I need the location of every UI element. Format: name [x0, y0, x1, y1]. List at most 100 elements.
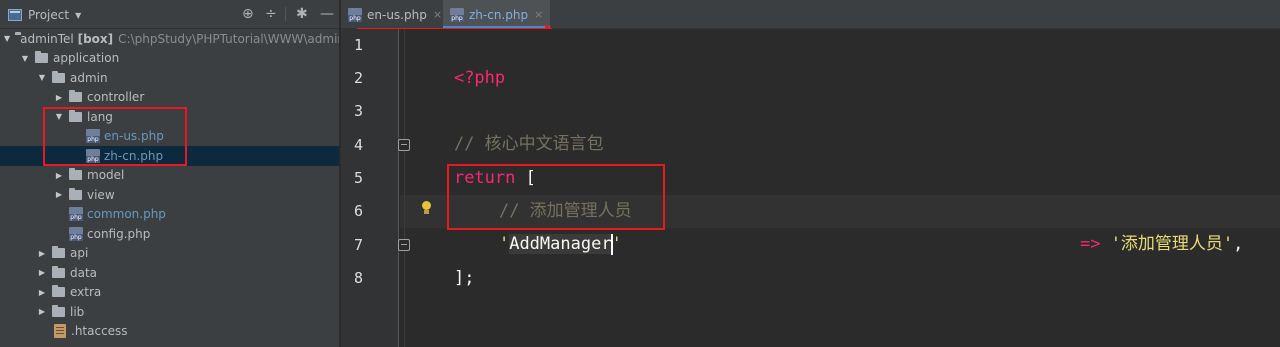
string-quote: '	[611, 234, 622, 254]
folder-icon	[52, 304, 65, 317]
folder-icon	[52, 246, 65, 259]
code-line-3: // 核心中文语言包	[413, 95, 604, 154]
config-file-icon	[54, 324, 66, 339]
folder-icon	[69, 187, 82, 200]
target-icon[interactable]: ⊕	[242, 6, 254, 22]
string-quote: '	[498, 234, 510, 254]
tree-item-view[interactable]: ▶ view	[0, 185, 339, 205]
close-icon[interactable]: ×	[433, 8, 442, 21]
tree-item-label: controller	[87, 90, 145, 105]
line-number-gutter: 1 2 3 4 5 6 7 8	[341, 29, 399, 347]
code-line-6-value: => '添加管理人员',	[1039, 195, 1243, 254]
code-editor[interactable]: 1 2 3 4 5 6 7 8 <?php // 核心中文语言包 return …	[341, 29, 1280, 347]
root-path: C:\phpStudy\PHPTutorial\WWW\admin	[118, 31, 340, 46]
tree-item-model[interactable]: ▶ model	[0, 166, 339, 186]
collapse-icon[interactable]: ÷	[265, 6, 277, 22]
expanded-arrow-icon[interactable]: ▼	[20, 54, 30, 63]
php-file-icon	[86, 148, 100, 163]
fold-marker-icon[interactable]	[398, 239, 410, 251]
tab-en-us[interactable]: en-us.php ×	[341, 0, 449, 29]
close-bracket: ];	[453, 267, 475, 288]
folder-icon	[69, 90, 82, 103]
chevron-down-icon: ▼	[75, 10, 82, 20]
tab-label: zh-cn.php	[469, 7, 529, 22]
tree-item-label: model	[87, 168, 125, 183]
close-icon[interactable]: ×	[534, 8, 543, 21]
tree-item-label: view	[87, 187, 115, 202]
tree-item-data[interactable]: ▶ data	[0, 263, 339, 283]
line-number: 5	[353, 169, 363, 187]
php-file-icon	[86, 129, 100, 144]
project-panel: Project ▼ ⊕ ÷ ✱ — ▼ adminTel [box] C:\ph…	[0, 0, 340, 347]
php-file-icon	[450, 7, 464, 22]
collapsed-arrow-icon[interactable]: ▶	[37, 268, 47, 277]
project-window-icon	[8, 9, 22, 21]
tree-item-label: zh-cn.php	[104, 148, 164, 163]
folder-icon	[52, 285, 65, 298]
collapsed-arrow-icon[interactable]: ▶	[54, 190, 64, 199]
line-number: 1	[353, 36, 363, 54]
tree-item-en-us[interactable]: en-us.php	[0, 127, 339, 147]
toolbar-divider	[285, 7, 286, 21]
php-file-icon	[348, 7, 362, 22]
fold-marker-icon[interactable]	[398, 139, 410, 151]
tree-item-controller[interactable]: ▶ controller	[0, 88, 339, 108]
lightbulb-bulb	[422, 201, 431, 210]
folder-icon	[35, 51, 48, 64]
tab-label: en-us.php	[367, 7, 427, 22]
minimize-icon[interactable]: —	[320, 6, 334, 22]
code-line-6: 'AddManager'	[458, 195, 622, 255]
array-value: '添加管理人员'	[1110, 234, 1234, 254]
tree-item-label: application	[53, 51, 120, 66]
expanded-arrow-icon[interactable]: ▼	[54, 112, 64, 121]
expanded-arrow-icon[interactable]: ▼	[4, 34, 10, 43]
collapsed-arrow-icon[interactable]: ▶	[54, 171, 64, 180]
tree-item-application[interactable]: ▼ application	[0, 49, 339, 69]
lightbulb-base	[424, 210, 429, 214]
array-key: AddManager	[509, 234, 612, 254]
folder-icon	[52, 265, 65, 278]
tab-zh-cn[interactable]: zh-cn.php ×	[443, 0, 551, 29]
tree-item-root[interactable]: ▼ adminTel [box] C:\phpStudy\PHPTutorial…	[0, 29, 340, 49]
tree-item-api[interactable]: ▶ api	[0, 244, 339, 264]
folder-icon	[52, 70, 65, 83]
php-open-tag: <?php	[453, 68, 506, 88]
collapsed-arrow-icon[interactable]: ▶	[37, 288, 47, 297]
tree-item-label: lang	[87, 109, 113, 124]
collapsed-arrow-icon[interactable]: ▶	[37, 249, 47, 258]
collapsed-arrow-icon[interactable]: ▶	[37, 307, 47, 316]
tree-item-config[interactable]: config.php	[0, 224, 339, 244]
line-number: 8	[353, 269, 363, 287]
editor-tab-bar: en-us.php × zh-cn.php ×	[341, 0, 1280, 29]
line-number: 3	[353, 102, 363, 120]
project-toolbar: Project ▼ ⊕ ÷ ✱ —	[0, 0, 339, 29]
tree-item-htaccess[interactable]: .htaccess	[0, 322, 339, 342]
php-file-icon	[69, 207, 83, 222]
tree-item-label: common.php	[87, 207, 166, 222]
tree-item-label: api	[70, 246, 89, 261]
root-name: adminTel	[20, 31, 74, 46]
tree-item-zh-cn[interactable]: zh-cn.php	[0, 146, 339, 166]
expanded-arrow-icon[interactable]: ▼	[37, 73, 47, 82]
code-line-7: ];	[413, 229, 474, 288]
project-title: Project	[28, 8, 70, 22]
tree-item-label: lib	[70, 304, 85, 319]
tree-item-label: admin	[70, 70, 108, 85]
tree-item-label: en-us.php	[104, 129, 164, 144]
tree-item-admin[interactable]: ▼ admin	[0, 68, 339, 88]
collapsed-arrow-icon[interactable]: ▶	[54, 93, 64, 102]
tree-item-common[interactable]: common.php	[0, 205, 339, 225]
gear-icon[interactable]: ✱	[296, 6, 308, 22]
tree-item-label: extra	[70, 285, 102, 300]
tree-item-lang[interactable]: ▼ lang	[0, 107, 339, 127]
project-view-selector[interactable]: Project ▼	[8, 6, 81, 24]
code-line-1: <?php	[413, 29, 505, 88]
lightbulb-icon[interactable]	[421, 201, 432, 215]
tree-item-label: config.php	[87, 226, 151, 241]
line-number: 7	[353, 235, 363, 254]
comma: ,	[1233, 234, 1244, 254]
arrow-operator: =>	[1079, 234, 1101, 254]
tree-item-label: .htaccess	[71, 324, 128, 339]
tree-item-lib[interactable]: ▶ lib	[0, 302, 339, 322]
tree-item-extra[interactable]: ▶ extra	[0, 283, 339, 303]
